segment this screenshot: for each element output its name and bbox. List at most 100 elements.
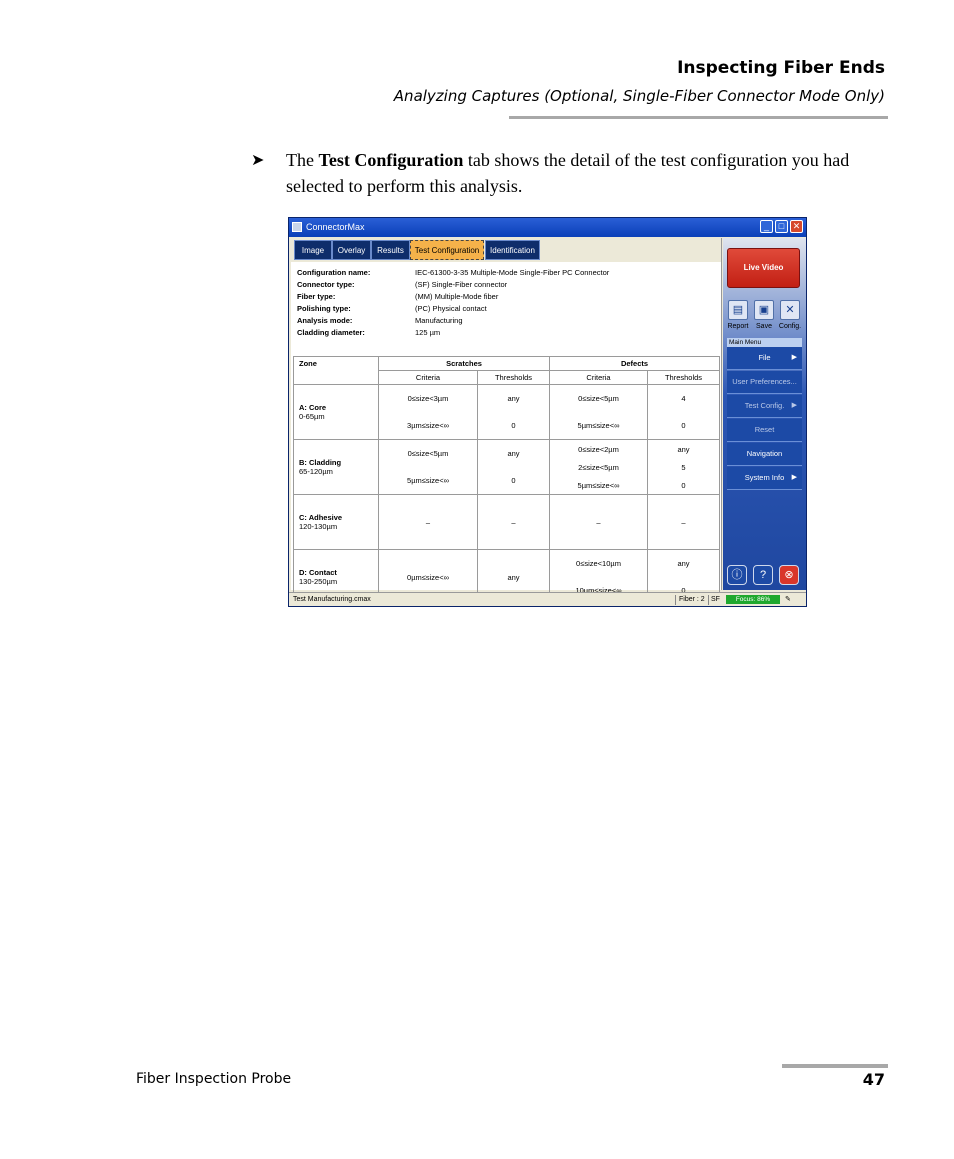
header-rule [509,116,888,119]
col-criteria: Criteria [378,370,478,385]
footer-left: Fiber Inspection Probe [136,1071,292,1087]
info-label: Analysis mode: [297,316,353,325]
info-value: (SF) Single-Fiber connector [415,280,508,289]
zone-range: 0-65µm [299,412,325,421]
criteria-value: 0≤size<5µm [578,394,619,403]
info-label: Polishing type: [297,304,351,313]
minimize-button[interactable]: _ [760,220,773,233]
criteria-value: 3µm≤size<∞ [407,421,449,430]
info-label: Connector type: [297,280,355,289]
tab-test-configuration[interactable]: Test Configuration [410,240,484,260]
info-value: (PC) Physical contact [415,304,487,313]
criteria-value: 0≤size<5µm [407,449,449,458]
tab-bar: Image Overlay Results Test Configuration… [291,238,721,262]
criteria-value: – [425,517,431,527]
exit-icon[interactable]: ⊗ [779,565,799,585]
tab-overlay[interactable]: Overlay [332,240,371,260]
side-panel: Live Video ▤ Report ▣ Save ✕ Config. Mai… [723,238,806,590]
info-value: Manufacturing [415,316,463,325]
info-label: Fiber type: [297,292,336,301]
app-icon [292,222,302,232]
config-label: Config. [778,323,802,330]
app-window: ConnectorMax _ □ ✕ Image Overlay Results… [288,217,807,607]
app-title: ConnectorMax [306,222,365,232]
chevron-right-icon: ▶ [791,402,797,409]
threshold-value: 4 [681,394,686,403]
main-menu-header: Main Menu [727,338,802,347]
save-icon[interactable]: ▣ [754,300,774,320]
threshold-value: any [677,559,690,568]
table-row: C: Adhesive 120-130µm – – – – [293,494,720,550]
status-fiber: Fiber : 2 [679,596,705,603]
col-thresholds: Thresholds [647,370,720,385]
chevron-right-icon: ▶ [791,474,797,481]
status-bar: Test Manufacturing.cmax Fiber : 2 SF Foc… [289,592,806,606]
info-icon[interactable]: ⓘ [727,565,747,585]
tab-results[interactable]: Results [371,240,410,260]
threshold-value: – [681,517,686,527]
body-paragraph: The Test Configuration tab shows the det… [286,150,850,196]
config-table: Zone Scratches Defects Criteria Threshol… [293,356,720,605]
menu-item-file[interactable]: File ▶ [727,347,802,370]
tab-identification[interactable]: Identification [485,240,540,260]
col-scratches: Scratches [378,356,550,371]
col-criteria: Criteria [549,370,648,385]
zone-range: 65-120µm [299,467,333,476]
criteria-value: 5µm≤size<∞ [577,480,620,490]
table-row: B: Cladding 65-120µm 0≤size<5µm 5µm≤size<∞… [293,439,720,495]
threshold-value: any [677,444,690,454]
bullet-arrow-icon: ➤ [251,152,265,169]
table-row: A: Core 0-65µm 0≤size<3µm 3µm≤size<∞ any 0 … [293,384,720,440]
col-thresholds: Thresholds [477,370,550,385]
title-bar[interactable]: ConnectorMax _ □ ✕ [289,218,806,237]
info-value: IEC-61300-3-35 Multiple-Mode Single-Fibe… [415,268,610,277]
chevron-right-icon: ▶ [791,354,797,361]
maximize-button[interactable]: □ [775,220,788,233]
tab-image[interactable]: Image [294,240,332,260]
emphasis-test-configuration: Test Configuration [318,150,464,170]
page-header-subtitle: Analyzing Captures (Optional, Single-Fib… [393,87,885,105]
criteria-value: 0µm≤size<∞ [407,572,449,582]
criteria-value: 0≤size<10µm [576,559,621,568]
footer-rule [782,1064,888,1068]
zone-range: 130-250µm [299,577,338,586]
save-label: Save [756,323,772,330]
threshold-value: any [507,394,520,403]
threshold-value: – [511,517,516,527]
col-defects: Defects [549,356,720,371]
menu-item-system-info[interactable]: System Info ▶ [727,467,802,490]
threshold-value: 0 [681,421,686,430]
criteria-value: 0≤size<2µm [578,444,619,454]
status-tool-icon: ✎ [785,596,791,603]
page-header-title: Inspecting Fiber Ends [677,58,885,78]
config-icon[interactable]: ✕ [780,300,800,320]
criteria-value: 0≤size<3µm [407,394,449,403]
live-video-button[interactable]: Live Video [727,248,800,288]
menu-item-user-preferences[interactable]: User Preferences... [727,371,802,394]
threshold-value: 5 [681,462,686,472]
threshold-value: any [507,572,520,582]
menu-item-test-config[interactable]: Test Config. ▶ [727,395,802,418]
zone-name: B: Cladding [299,458,342,467]
status-separator [675,595,676,605]
col-zone: Zone [293,356,379,385]
threshold-value: any [507,449,520,458]
zone-range: 120-130µm [299,522,338,531]
status-sf: SF [711,596,720,603]
status-file: Test Manufacturing.cmax [293,596,371,603]
info-label: Configuration name: [297,268,371,277]
help-icon[interactable]: ? [753,565,773,585]
report-icon[interactable]: ▤ [728,300,748,320]
main-panel: Image Overlay Results Test Configuration… [291,238,722,605]
close-button[interactable]: ✕ [790,220,803,233]
menu-item-navigation[interactable]: Navigation [727,443,802,466]
threshold-value: 0 [511,476,516,485]
menu-item-reset[interactable]: Reset [727,419,802,442]
zone-name: A: Core [299,403,327,412]
status-separator [708,595,709,605]
criteria-value: 5µm≤size<∞ [577,421,620,430]
threshold-value: 0 [511,421,516,430]
report-label: Report [727,323,749,330]
info-value: 125 µm [415,328,441,337]
info-label: Cladding diameter: [297,328,365,337]
